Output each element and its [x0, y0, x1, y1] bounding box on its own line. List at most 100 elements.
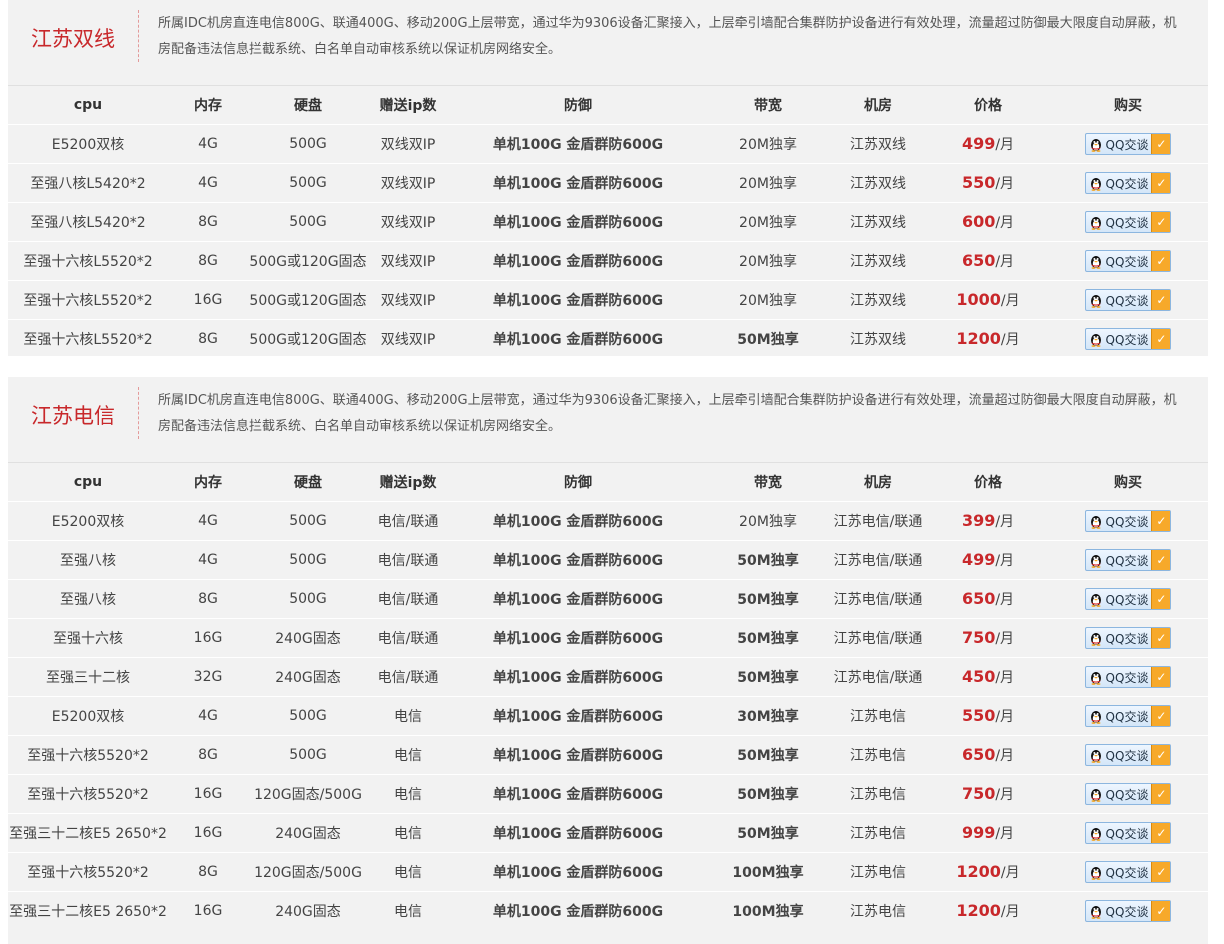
- defense-cell: 单机100G 金盾群防600G: [448, 735, 708, 775]
- room-cell: 江苏双线: [828, 124, 928, 164]
- table-row: 至强八核L5420*2 8G 500G 双线双IP 单机100G 金盾群防600G 20M…: [8, 202, 1208, 242]
- room-cell: 江苏电信: [828, 852, 928, 892]
- defense-cell: 单机100G 金盾群防600G: [448, 813, 708, 853]
- ram-cell: 32G: [168, 657, 248, 697]
- cpu-cell: 至强十六核5520*2: [8, 735, 168, 775]
- price-cell: 1000/月: [928, 280, 1048, 320]
- qq-chat-button[interactable]: QQ交谈 ✓: [1084, 250, 1172, 272]
- qq-chat-button[interactable]: QQ交谈 ✓: [1084, 900, 1172, 922]
- header-room: 机房: [828, 85, 928, 125]
- cpu-cell: 至强十六核5520*2: [8, 774, 168, 814]
- qq-chat-button[interactable]: QQ交谈 ✓: [1084, 328, 1172, 350]
- disk-cell: 500G: [248, 501, 368, 541]
- section-divider: [138, 387, 139, 439]
- bandwidth-cell: 20M独享: [708, 280, 828, 320]
- price-value: 499: [961, 550, 996, 569]
- section-description: 所属IDC机房直连电信800G、联通400G、移动200G上层带宽，通过华为93…: [158, 16, 1177, 57]
- price-cell: 1200/月: [928, 319, 1048, 358]
- qq-penguin-icon: [1090, 178, 1101, 191]
- qq-penguin-icon: [1090, 139, 1101, 152]
- price-cell: 1200/月: [928, 852, 1048, 892]
- qq-chat-button[interactable]: QQ交谈 ✓: [1084, 783, 1172, 805]
- buy-cell: QQ交谈 ✓: [1048, 501, 1208, 541]
- cpu-cell: E5200双核: [8, 696, 168, 736]
- buy-cell: QQ交谈 ✓: [1048, 241, 1208, 281]
- table-row: 至强十六核 16G 240G固态 电信/联通 单机100G 金盾群防600G 50M独享江…: [8, 618, 1208, 658]
- room-cell: 江苏电信: [828, 696, 928, 736]
- ip-cell: 电信/联通: [368, 579, 448, 619]
- room-cell: 江苏双线: [828, 202, 928, 242]
- ram-cell: 4G: [168, 163, 248, 203]
- ram-cell: 8G: [168, 202, 248, 242]
- qq-penguin-icon: [1090, 672, 1101, 685]
- price-cell: 499/月: [928, 124, 1048, 164]
- price-value: 1200: [956, 862, 1001, 881]
- price-value: 1200: [956, 901, 1001, 920]
- table-row: 至强八核 8G 500G 电信/联通 单机100G 金盾群防600G 50M独享 江苏电信/…: [8, 579, 1208, 619]
- price-value: 550: [961, 173, 996, 192]
- qq-chat-button[interactable]: QQ交谈 ✓: [1084, 588, 1172, 610]
- plan-section-dianxin: 江苏电信 所属IDC机房直连电信800G、联通400G、移动200G上层带宽，通…: [8, 377, 1208, 944]
- qq-penguin-icon: [1090, 256, 1101, 269]
- qq-chat-button[interactable]: QQ交谈 ✓: [1084, 172, 1172, 194]
- section-header: 江苏双线 所属IDC机房直连电信800G、联通400G、移动200G上层带宽，通…: [8, 0, 1208, 85]
- qq-chat-button[interactable]: QQ交谈 ✓: [1084, 666, 1172, 688]
- check-icon: ✓: [1151, 706, 1171, 726]
- disk-cell: 500G: [248, 202, 368, 242]
- price-cell: 999/月: [928, 813, 1048, 853]
- price-value: 499: [961, 134, 996, 153]
- qq-chat-button[interactable]: QQ交谈 ✓: [1084, 861, 1172, 883]
- defense-cell: 单机100G 金盾群防600G: [448, 579, 708, 619]
- ip-cell: 双线双IP: [368, 241, 448, 281]
- bandwidth-cell: 100M独享: [708, 852, 828, 892]
- disk-cell: 500G或120G固态: [248, 280, 368, 320]
- qq-chat-button[interactable]: QQ交谈 ✓: [1084, 705, 1172, 727]
- cpu-cell: 至强八核: [8, 579, 168, 619]
- qq-chat-button[interactable]: QQ交谈 ✓: [1084, 822, 1172, 844]
- ip-cell: 电信: [368, 891, 448, 930]
- defense-cell: 单机100G 金盾群防600G: [448, 319, 708, 358]
- ram-cell: 4G: [168, 696, 248, 736]
- bandwidth-cell: 20M独享: [708, 501, 828, 541]
- qq-chat-button[interactable]: QQ交谈 ✓: [1084, 744, 1172, 766]
- room-cell: 江苏电信/联通: [828, 657, 928, 697]
- cpu-cell: 至强八核L5420*2: [8, 202, 168, 242]
- header-room: 机房: [828, 462, 928, 502]
- price-cell: 499/月: [928, 540, 1048, 580]
- table-row: 至强八核 4G 500G 电信/联通 单机100G 金盾群防600G 50M独享 江苏电信/…: [8, 540, 1208, 580]
- qq-chat-button[interactable]: QQ交谈 ✓: [1084, 549, 1172, 571]
- buy-cell: QQ交谈 ✓: [1048, 579, 1208, 619]
- ip-cell: 双线双IP: [368, 163, 448, 203]
- price-unit: /月: [995, 137, 1015, 153]
- qq-chat-label: QQ交谈: [1105, 748, 1149, 763]
- qq-chat-button[interactable]: QQ交谈 ✓: [1084, 627, 1172, 649]
- table-row: E5200双核 4G 500G 双线双IP 单机100G 金盾群防600G 20M独享 江苏…: [8, 124, 1208, 164]
- check-icon: ✓: [1151, 823, 1171, 843]
- defense-cell: 单机100G 金盾群防600G: [448, 696, 708, 736]
- check-icon: ✓: [1151, 173, 1171, 193]
- table-row: 至强三十二核E5 2650*2 16G 240G固态 电信 单机100G 金盾群防600…: [8, 813, 1208, 853]
- ip-cell: 电信/联通: [368, 657, 448, 697]
- qq-chat-button[interactable]: QQ交谈 ✓: [1084, 289, 1172, 311]
- disk-cell: 240G固态: [248, 657, 368, 697]
- check-icon: ✓: [1151, 784, 1171, 804]
- price-unit: /月: [995, 670, 1015, 686]
- bandwidth-cell: 50M独享: [708, 319, 828, 358]
- price-cell: 450/月: [928, 657, 1048, 697]
- room-cell: 江苏双线: [828, 241, 928, 281]
- ip-cell: 双线双IP: [368, 124, 448, 164]
- disk-cell: 120G固态/500G: [248, 852, 368, 892]
- ip-cell: 电信: [368, 774, 448, 814]
- header-cpu: cpu: [8, 462, 168, 502]
- bandwidth-cell: 50M独享: [708, 657, 828, 697]
- ip-cell: 电信/联通: [368, 501, 448, 541]
- bandwidth-cell: 50M独享: [708, 540, 828, 580]
- ip-cell: 双线双IP: [368, 202, 448, 242]
- qq-chat-button[interactable]: QQ交谈 ✓: [1084, 211, 1172, 233]
- qq-penguin-icon: [1090, 516, 1101, 529]
- disk-cell: 500G: [248, 124, 368, 164]
- price-cell: 650/月: [928, 735, 1048, 775]
- qq-chat-button[interactable]: QQ交谈 ✓: [1084, 133, 1172, 155]
- price-cell: 650/月: [928, 579, 1048, 619]
- qq-chat-button[interactable]: QQ交谈 ✓: [1084, 510, 1172, 532]
